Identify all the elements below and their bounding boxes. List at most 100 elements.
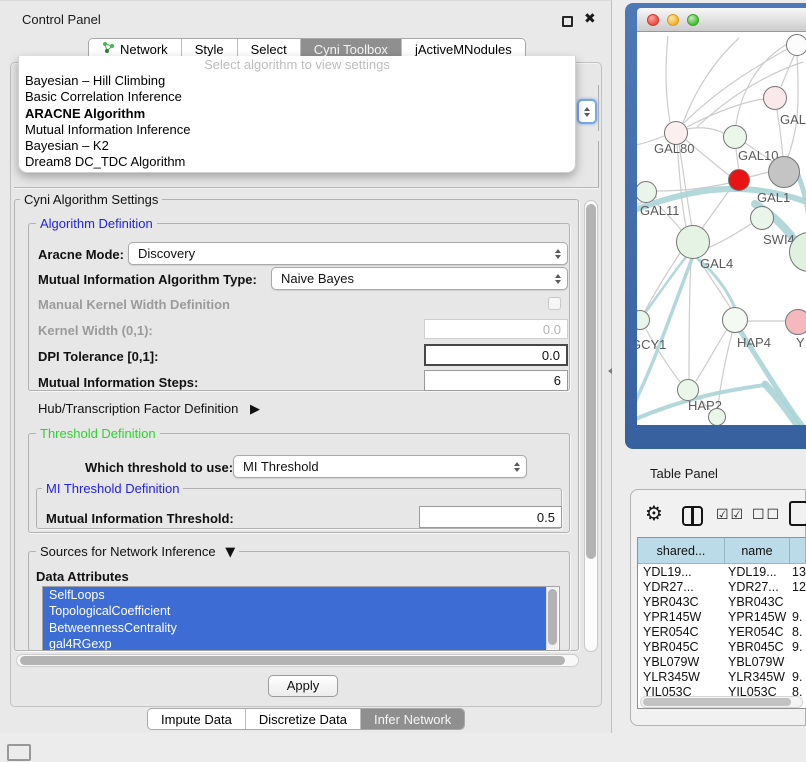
- network-node-swi4[interactable]: [750, 206, 774, 230]
- tab-label: Network: [120, 42, 168, 57]
- network-node-gal7[interactable]: [763, 86, 787, 110]
- kernel-width-field[interactable]: 0.0: [424, 319, 568, 339]
- tab-label: Cyni Toolbox: [314, 42, 388, 57]
- tab-infer-network[interactable]: Infer Network: [360, 709, 464, 729]
- panel-title: Control Panel: [22, 12, 101, 27]
- table-row[interactable]: YBR043CYBR043C: [638, 595, 806, 610]
- column-header-name[interactable]: name: [725, 538, 790, 564]
- apply-button[interactable]: Apply: [268, 675, 338, 697]
- aracne-mode-select[interactable]: Discovery: [128, 242, 568, 265]
- settings-hscrollbar-thumb[interactable]: [20, 656, 565, 665]
- zoom-window-icon[interactable]: [687, 14, 699, 26]
- network-node[interactable]: [768, 156, 800, 188]
- settings-vertical-scrollbar[interactable]: [584, 200, 598, 652]
- table-cell: 8.: [790, 625, 806, 640]
- attribute-item-selfloops[interactable]: SelfLoops: [43, 587, 546, 603]
- sources-title[interactable]: Sources for Network Inference ▼: [36, 545, 239, 560]
- table-cell: 13: [790, 565, 806, 580]
- mi-algorithm-type-select[interactable]: Naive Bayes: [271, 267, 568, 290]
- node-label-gal4: GAL4: [700, 256, 733, 271]
- algorithm-option-bayesian-hill-climbing[interactable]: Bayesian – Hill Climbing: [19, 73, 575, 89]
- algorithm-option-bayesian-k2[interactable]: Bayesian – K2: [19, 138, 575, 154]
- tab-label: Style: [195, 42, 224, 57]
- hub-expander[interactable]: Hub/Transcription Factor Definition ▶: [38, 401, 260, 417]
- obscured-groupbox-bottom: [14, 187, 599, 188]
- network-node-hap4[interactable]: [722, 307, 748, 333]
- kernel-width-label: Kernel Width (0,1):: [38, 323, 153, 338]
- cyni-settings-title: Cyni Algorithm Settings: [20, 193, 162, 207]
- attribute-item-topologicalcoefficient[interactable]: TopologicalCoefficient: [43, 603, 546, 619]
- stepper-down-icon: [584, 113, 590, 117]
- minimized-panel-icon[interactable]: [7, 744, 31, 761]
- network-canvas[interactable]: GAL7GAL80GAL10GAL1GAL11SWI4GAL4GCY1HAP4Y…: [637, 32, 806, 425]
- which-threshold-select[interactable]: MI Threshold: [233, 455, 527, 478]
- table-row[interactable]: YIL053CYIL053C8.: [638, 685, 806, 696]
- data-attributes-list[interactable]: SelfLoopsTopologicalCoefficientBetweenne…: [42, 586, 560, 651]
- expander-arrow-icon: ▶: [250, 402, 260, 417]
- table-row[interactable]: YPR145WYPR145W9.: [638, 610, 806, 625]
- manual-kernel-checkbox[interactable]: [548, 297, 561, 310]
- network-node-gal10[interactable]: [723, 125, 747, 149]
- splitter-collapse-icon[interactable]: [608, 368, 612, 374]
- close-icon[interactable]: ✖: [584, 11, 596, 27]
- column-header-shared[interactable]: shared...: [638, 538, 725, 564]
- which-threshold-label: Which threshold to use:: [85, 460, 233, 475]
- close-window-icon[interactable]: [647, 14, 659, 26]
- obscured-combo-stepper[interactable]: [577, 99, 597, 124]
- which-threshold-value: MI Threshold: [243, 459, 319, 474]
- tab-impute-data[interactable]: Impute Data: [148, 709, 245, 729]
- network-node-gal4[interactable]: [676, 225, 710, 259]
- columns-icon[interactable]: [682, 506, 703, 526]
- table-row[interactable]: YBL079WYBL079W: [638, 655, 806, 670]
- table-cell: YPR145W: [638, 610, 725, 625]
- float-panel-icon[interactable]: [562, 16, 573, 27]
- column-header[interactable]: [790, 538, 806, 564]
- algorithm-option-mutual-information-inference[interactable]: Mutual Information Inference: [19, 122, 575, 138]
- cyni-bottom-tabbar: Impute Data Discretize Data Infer Network: [147, 708, 465, 730]
- table-cell: YDR27...: [725, 580, 790, 595]
- table-row[interactable]: YBR045CYBR045C9.: [638, 640, 806, 655]
- deselect-all-checkboxes-icon[interactable]: ☐☐: [752, 507, 781, 523]
- dpi-tolerance-field[interactable]: 0.0: [424, 344, 568, 366]
- table-row[interactable]: YDR27...YDR27...12: [638, 580, 806, 595]
- table-cell: YIL053C: [638, 685, 725, 696]
- table-row[interactable]: YER054CYER054C8.: [638, 625, 806, 640]
- algorithm-option-dream8-dc-tdc-algorithm[interactable]: Dream8 DC_TDC Algorithm: [19, 154, 575, 170]
- tab-discretize-data[interactable]: Discretize Data: [245, 709, 360, 729]
- algorithm-option-basic-correlation-inference[interactable]: Basic Correlation Inference: [19, 89, 575, 105]
- select-all-checkboxes-icon[interactable]: ☑☑: [716, 507, 745, 523]
- network-node[interactable]: [786, 34, 806, 56]
- node-label-gal80: GAL80: [654, 141, 694, 156]
- manual-kernel-label: Manual Kernel Width Definition: [38, 297, 230, 312]
- combo-arrows-icon: [555, 274, 561, 284]
- node-label-gcy1: GCY1: [637, 337, 666, 352]
- table-hscrollbar-thumb[interactable]: [643, 698, 791, 706]
- tab-label: Discretize Data: [259, 712, 347, 727]
- table-row[interactable]: YLR345WYLR345W9.: [638, 670, 806, 685]
- kernel-width-value: 0.0: [543, 322, 561, 337]
- gear-icon[interactable]: ⚙: [645, 501, 663, 525]
- table-row[interactable]: YDL19...YDL19...13: [638, 565, 806, 580]
- settings-vscrollbar-thumb[interactable]: [586, 204, 596, 559]
- node-label-y: Y: [796, 335, 805, 350]
- attributes-scrollbar[interactable]: [546, 587, 558, 649]
- settings-horizontal-scrollbar[interactable]: [16, 654, 579, 667]
- attributes-scrollbar-thumb[interactable]: [548, 589, 557, 645]
- table-cell: YDL19...: [638, 565, 725, 580]
- mi-threshold-field[interactable]: 0.5: [419, 506, 562, 528]
- network-window-titlebar[interactable]: [637, 8, 806, 32]
- mi-steps-field[interactable]: 6: [424, 370, 568, 391]
- aracne-mode-label: Aracne Mode:: [38, 247, 124, 262]
- table-cell: YDR27...: [638, 580, 725, 595]
- attribute-item-betweennesscentrality[interactable]: BetweennessCentrality: [43, 620, 546, 636]
- minimize-window-icon[interactable]: [667, 14, 679, 26]
- algorithm-option-aracne-algorithm[interactable]: ARACNE Algorithm: [19, 106, 575, 122]
- network-node-gal1[interactable]: [728, 169, 750, 191]
- aracne-mode-value: Discovery: [138, 246, 195, 261]
- attribute-item-gal4rgexp[interactable]: gal4RGexp: [43, 636, 546, 651]
- network-node-y[interactable]: [785, 309, 806, 335]
- stepper-up-icon: [584, 107, 590, 111]
- new-table-icon[interactable]: [789, 501, 806, 526]
- network-node[interactable]: [708, 408, 726, 425]
- table-horizontal-scrollbar[interactable]: [640, 696, 803, 708]
